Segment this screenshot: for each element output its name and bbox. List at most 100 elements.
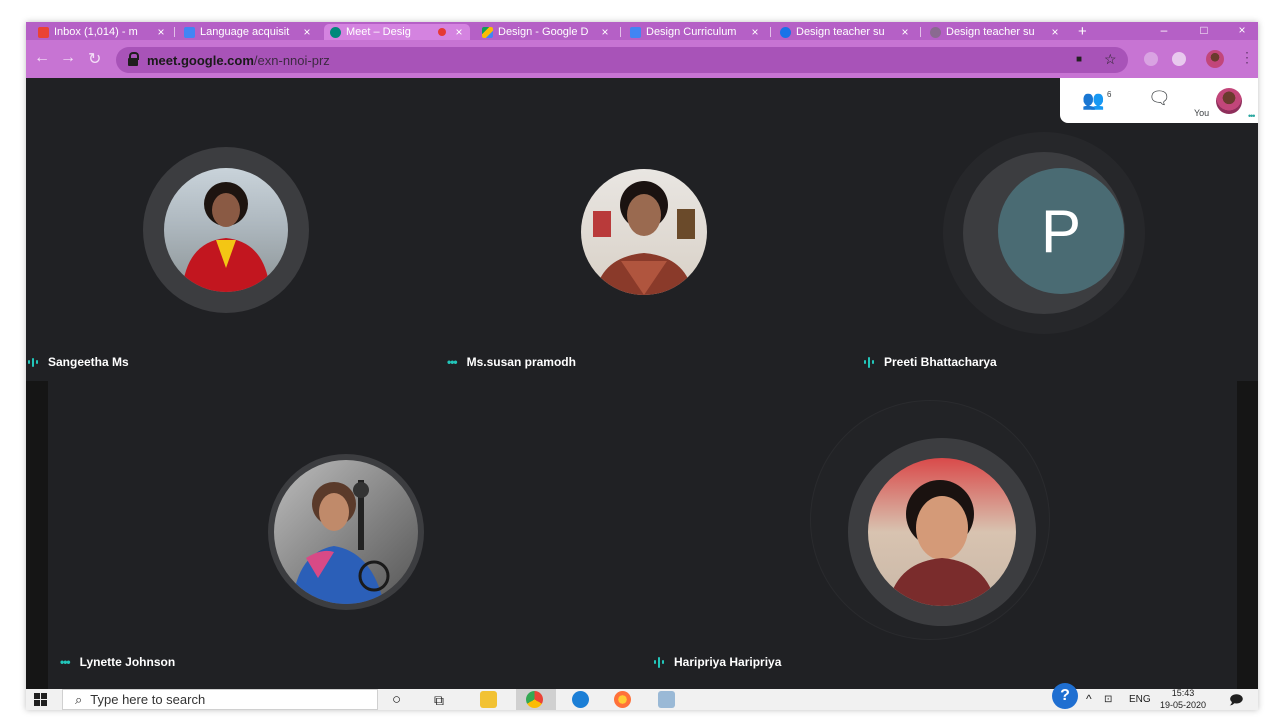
drive-icon	[482, 26, 493, 38]
address-bar[interactable]: meet.google.com /exn-nnoi-prz ■ ☆	[116, 47, 1128, 73]
system-clock[interactable]: 15:43 19-05-2020	[1160, 687, 1206, 710]
tab-close-icon[interactable]: ×	[598, 25, 612, 39]
extension-icon[interactable]	[1172, 52, 1186, 66]
more-dots-icon: •••	[60, 655, 71, 669]
clock-date: 19-05-2020	[1160, 700, 1207, 710]
task-view-icon[interactable]: ⧉	[434, 692, 444, 709]
language-indicator[interactable]: ENG	[1129, 694, 1151, 705]
tab-title: Design Curriculum	[646, 26, 737, 38]
participant-name-tag: Haripriya Haripriya	[654, 655, 781, 669]
participant-avatar[interactable]	[868, 458, 1016, 606]
self-label: You	[1194, 108, 1210, 118]
tray-arrow-icon[interactable]: ^	[1086, 692, 1092, 706]
edge-icon[interactable]	[572, 691, 589, 708]
tile-gutter	[1237, 381, 1258, 689]
tab-design-google-drive[interactable]: Design - Google D ×	[476, 24, 616, 40]
search-placeholder: Type here to search	[90, 692, 206, 707]
globe-icon	[780, 26, 791, 38]
url-path: /exn-nnoi-prz	[253, 52, 330, 68]
participant-photo	[888, 480, 996, 606]
firefox-icon[interactable]	[614, 691, 631, 708]
meet-icon	[330, 26, 341, 38]
gmail-icon	[38, 26, 49, 38]
help-icon[interactable]: ?	[1052, 683, 1078, 709]
tab-design-curriculum[interactable]: Design Curriculum ×	[624, 24, 766, 40]
participant-initial: P	[1040, 197, 1082, 265]
participant-name: Sangeetha Ms	[48, 355, 129, 369]
people-icon[interactable]: 👥	[1082, 90, 1104, 111]
screen-frame: Inbox (1,014) - m × Language acquisit × …	[26, 22, 1258, 710]
lock-icon	[128, 51, 139, 67]
bookmark-star-icon[interactable]: ☆	[1104, 51, 1117, 68]
cortana-icon[interactable]: ○	[392, 691, 401, 708]
tab-inbox[interactable]: Inbox (1,014) - m ×	[32, 24, 172, 40]
reload-icon[interactable]: ↻	[88, 49, 101, 69]
meet-stage: 👥 6 🗨 You ••• Sangeetha Ms ••• Ms.susan …	[26, 78, 1258, 689]
participant-avatar[interactable]	[164, 168, 288, 292]
participant-name-tag: Sangeetha Ms	[28, 355, 129, 369]
tab-design-teacher-1[interactable]: Design teacher su ×	[774, 24, 916, 40]
file-explorer-icon[interactable]	[480, 691, 497, 708]
minimize-button[interactable]: –	[1146, 22, 1182, 40]
recording-icon	[438, 28, 446, 36]
audio-level-icon	[28, 357, 38, 367]
tab-close-icon[interactable]: ×	[452, 25, 466, 39]
tab-language-acquisition[interactable]: Language acquisit ×	[178, 24, 318, 40]
participant-name: Haripriya Haripriya	[674, 655, 782, 669]
participant-name: Ms.susan pramodh	[466, 355, 576, 369]
participant-photo	[593, 181, 695, 295]
participant-initial-avatar[interactable]: P	[998, 168, 1124, 294]
windows-start-icon[interactable]	[34, 693, 48, 706]
audio-level-icon	[864, 356, 874, 368]
self-avatar[interactable]	[1216, 88, 1242, 114]
notes-app-icon[interactable]	[658, 691, 675, 708]
tile-gutter	[26, 381, 48, 689]
participant-avatar[interactable]	[274, 460, 418, 604]
participant-photo	[292, 480, 390, 604]
browser-toolbar: ← → ↻ meet.google.com /exn-nnoi-prz ■ ☆ …	[26, 40, 1258, 78]
participants-count: 6	[1107, 90, 1112, 99]
tab-close-icon[interactable]: ×	[898, 25, 912, 39]
tab-close-icon[interactable]: ×	[300, 25, 314, 39]
maximize-button[interactable]: □	[1186, 22, 1222, 40]
tab-title: Language acquisit	[200, 26, 290, 38]
participant-name-tag: Preeti Bhattacharya	[864, 355, 997, 369]
more-options-icon[interactable]: •••	[1248, 111, 1256, 121]
participant-avatar[interactable]	[581, 169, 707, 295]
new-tab-button[interactable]: +	[1078, 23, 1087, 40]
participant-name: Preeti Bhattacharya	[884, 355, 997, 369]
docs-icon	[630, 26, 641, 38]
forward-icon[interactable]: →	[60, 49, 76, 67]
back-icon[interactable]: ←	[34, 49, 50, 67]
tab-title: Design teacher su	[796, 26, 885, 38]
network-icon[interactable]: ⊡	[1104, 694, 1112, 705]
tab-title: Meet – Desig	[346, 26, 411, 38]
tab-close-icon[interactable]: ×	[1048, 25, 1062, 39]
docs-icon	[184, 26, 195, 38]
taskbar: ⌕ Type here to search ○ ⧉ ? ^ ⊡ ENG 15:4…	[26, 683, 1258, 710]
participant-name-tag: ••• Lynette Johnson	[60, 655, 175, 669]
loading-icon	[930, 26, 941, 38]
tab-design-teacher-2[interactable]: Design teacher su ×	[924, 24, 1066, 40]
chat-icon[interactable]: 🗨	[1148, 88, 1171, 109]
tab-close-icon[interactable]: ×	[748, 25, 762, 39]
taskbar-search-input[interactable]: ⌕ Type here to search	[62, 689, 378, 710]
camera-icon[interactable]: ■	[1076, 54, 1082, 65]
tab-close-icon[interactable]: ×	[154, 25, 168, 39]
chrome-icon[interactable]	[526, 691, 543, 708]
close-window-button[interactable]: ×	[1224, 22, 1258, 40]
tab-strip: Inbox (1,014) - m × Language acquisit × …	[26, 22, 1258, 40]
more-dots-icon: •••	[447, 355, 458, 369]
participant-photo	[182, 182, 270, 292]
profile-avatar[interactable]	[1206, 50, 1224, 68]
notification-icon[interactable]: 🗩	[1229, 691, 1243, 710]
meet-top-panel: 👥 6 🗨 You •••	[1060, 78, 1258, 123]
tab-title: Inbox (1,014) - m	[54, 26, 138, 38]
extension-icon[interactable]	[1144, 52, 1158, 66]
menu-icon[interactable]: ⋮	[1240, 49, 1254, 66]
clock-time: 15:43	[1171, 688, 1195, 698]
tab-meet[interactable]: Meet – Desig ×	[324, 24, 470, 40]
tab-title: Design - Google D	[498, 26, 589, 38]
participant-name-tag: ••• Ms.susan pramodh	[447, 355, 576, 369]
audio-level-icon	[654, 656, 664, 668]
